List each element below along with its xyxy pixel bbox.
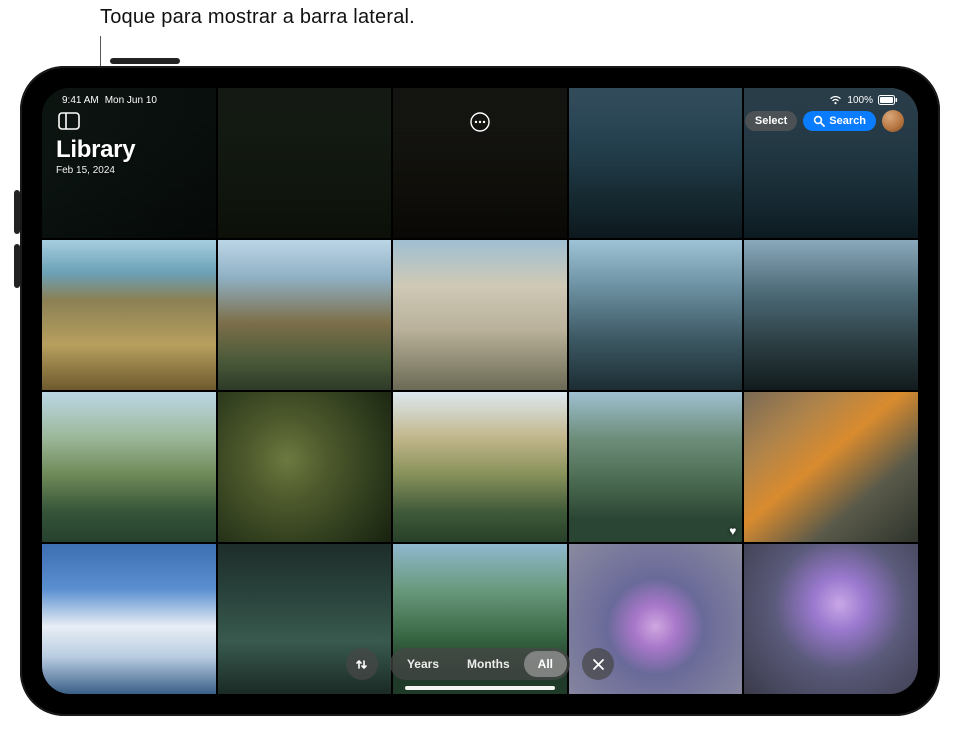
screen: 9:41 AM Mon Jun 10 100% Libra [42,88,918,694]
close-button[interactable] [582,648,614,680]
sidebar-icon [58,112,80,130]
photo-thumbnail[interactable] [744,392,918,542]
callout-label: Toque para mostrar a barra lateral. [100,6,415,29]
bottom-toolbar: Years Months All [42,648,918,680]
ipad-frame: 9:41 AM Mon Jun 10 100% Libra [20,66,940,716]
page-title: Library [56,136,135,164]
heart-fill-icon: ♥ [729,524,736,538]
photo-thumbnail[interactable] [569,240,743,390]
more-button[interactable] [466,112,494,132]
status-date: Mon Jun 10 [105,95,157,106]
battery-icon [878,95,898,105]
arrow-up-down-icon [354,657,369,672]
sidebar-toggle-button[interactable] [56,110,82,132]
xmark-icon [592,658,605,671]
photo-thumbnail[interactable] [218,88,392,238]
profile-avatar[interactable] [882,110,904,132]
photo-grid: ♥ [42,88,918,694]
photo-thumbnail[interactable] [42,240,216,390]
sort-button[interactable] [346,648,378,680]
photo-thumbnail[interactable] [569,88,743,238]
header: Library Feb 15, 2024 [56,110,135,176]
search-button[interactable]: Search [803,111,876,131]
status-left: 9:41 AM Mon Jun 10 [62,95,157,106]
photo-thumbnail[interactable] [393,240,567,390]
photo-thumbnail[interactable]: ♥ [569,392,743,542]
ellipsis-circle-icon [469,111,491,133]
photo-thumbnail[interactable] [218,392,392,542]
photo-thumbnail[interactable] [218,240,392,390]
wifi-icon [829,95,842,105]
magnifyingglass-icon [813,115,825,127]
segment-months[interactable]: Months [453,651,524,677]
home-indicator[interactable] [405,686,555,690]
page-subtitle: Feb 15, 2024 [56,165,135,176]
search-button-label: Search [829,115,866,127]
view-segmented-control: Years Months All [390,648,570,680]
segment-all[interactable]: All [524,651,567,677]
photo-thumbnail[interactable] [744,240,918,390]
select-button-label: Select [755,115,787,127]
segment-years[interactable]: Years [393,651,453,677]
status-bar: 9:41 AM Mon Jun 10 100% [42,88,918,108]
photo-thumbnail[interactable] [393,392,567,542]
status-time: 9:41 AM [62,95,99,106]
top-right-controls: Select Search [745,110,904,132]
photo-thumbnail[interactable] [42,392,216,542]
status-right: 100% [829,95,898,106]
battery-percent: 100% [847,95,873,106]
select-button[interactable]: Select [745,111,797,131]
device-top-button [110,58,180,64]
